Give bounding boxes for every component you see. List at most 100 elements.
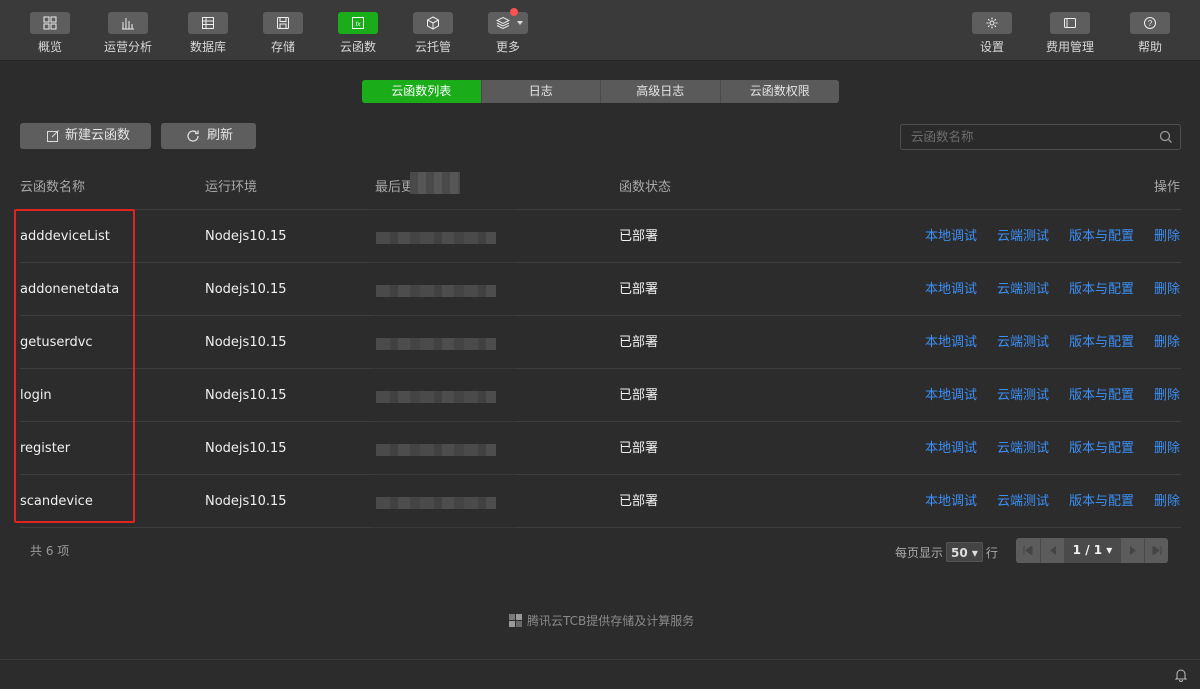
chevron-left-icon [1050,546,1056,555]
total-count: 共 6 项 [30,544,70,558]
refresh-button[interactable]: 刷新 [161,123,256,149]
tab-advanced-logs[interactable]: 高级日志 [600,80,720,103]
version-config-link[interactable]: 版本与配置 [1069,263,1134,316]
toolbar-help[interactable]: ? 帮助 [1114,12,1186,55]
runtime: Nodejs10.15 [205,335,287,350]
runtime: Nodejs10.15 [205,229,287,244]
layers-icon [488,8,528,34]
billing-icon [1050,12,1090,34]
toolbar-settings[interactable]: 设置 [956,12,1028,55]
table-row: addonenetdata Nodejs10.15 已部署 本地调试 云端测试 … [0,263,1200,316]
toolbar-analytics-label: 运营分析 [103,40,152,54]
function-name[interactable]: login [20,369,52,422]
edit-icon [47,130,59,142]
column-header-env: 运行环境 [205,180,258,195]
chevron-down-icon [517,21,523,25]
delete-link[interactable]: 删除 [1154,475,1180,528]
column-header-updated: 最后更 [375,180,415,195]
notification-dot [510,8,518,16]
function-name[interactable]: getuserdvc [20,316,93,369]
cloud-test-link[interactable]: 云端测试 [997,475,1049,528]
status-bar [0,659,1200,689]
row-divider [20,527,1181,528]
version-config-link[interactable]: 版本与配置 [1069,316,1134,369]
function-search [900,124,1181,150]
cloud-test-link[interactable]: 云端测试 [997,422,1049,475]
service-credit: 腾讯云TCB提供存储及计算服务 [508,612,694,629]
function-name[interactable]: scandevice [20,475,93,528]
cloud-test-link[interactable]: 云端测试 [997,316,1049,369]
search-icon[interactable] [1159,130,1173,144]
delete-link[interactable]: 删除 [1154,210,1180,263]
cloud-test-link[interactable]: 云端测试 [997,263,1049,316]
local-debug-link[interactable]: 本地调试 [925,369,977,422]
function-name[interactable]: adddeviceList [20,210,110,263]
version-config-link[interactable]: 版本与配置 [1069,369,1134,422]
version-config-link[interactable]: 版本与配置 [1069,210,1134,263]
new-function-button[interactable]: 新建云函数 [20,123,151,149]
deploy-status: 已部署 [619,494,659,509]
first-page-button[interactable] [1016,538,1040,563]
first-page-icon [1023,546,1033,555]
toolbar-cloud-hosting[interactable]: 云托管 [397,12,469,55]
delete-link[interactable]: 删除 [1154,422,1180,475]
toolbar-cloud-functions[interactable]: fx 云函数 [322,12,394,55]
tcb-logo-icon [509,614,522,627]
pagination: 1 / 1 ▾ [1016,538,1168,563]
deploy-status: 已部署 [619,441,659,456]
function-tabs: 云函数列表 日志 高级日志 云函数权限 [362,80,839,103]
top-toolbar: 概览 运营分析 数据库 存储 fx 云函数 云托管 更多 设置 费用管理 ? 帮… [0,0,1200,61]
tab-function-permissions[interactable]: 云函数权限 [719,80,840,103]
toolbar-database[interactable]: 数据库 [172,12,244,55]
search-input[interactable] [901,125,1151,149]
next-page-button[interactable] [1120,538,1144,563]
cube-icon [413,12,453,34]
toolbar-more-label: 更多 [495,40,520,54]
delete-link[interactable]: 删除 [1154,316,1180,369]
toolbar-billing[interactable]: 费用管理 [1034,12,1106,55]
page-size-control: 每页显示 50 ▾ 行 [895,542,998,562]
toolbar-storage-label: 存储 [270,40,295,54]
runtime: Nodejs10.15 [205,441,287,456]
local-debug-link[interactable]: 本地调试 [925,210,977,263]
function-name[interactable]: register [20,422,70,475]
help-icon: ? [1130,12,1170,34]
deploy-status: 已部署 [619,229,659,244]
toolbar-cloud-hosting-label: 云托管 [414,40,451,54]
cloud-test-link[interactable]: 云端测试 [997,369,1049,422]
runtime: Nodejs10.15 [205,282,287,297]
local-debug-link[interactable]: 本地调试 [925,422,977,475]
local-debug-link[interactable]: 本地调试 [925,263,977,316]
toolbar-overview-label: 概览 [37,40,62,54]
current-page[interactable]: 1 / 1 ▾ [1064,538,1120,563]
toolbar-more[interactable]: 更多 [472,8,544,55]
toolbar-help-label: 帮助 [1137,40,1162,54]
local-debug-link[interactable]: 本地调试 [925,475,977,528]
tab-function-list[interactable]: 云函数列表 [362,80,481,103]
delete-link[interactable]: 删除 [1154,369,1180,422]
bell-icon[interactable] [1174,668,1188,682]
redacted-header [410,172,460,194]
toolbar-analytics[interactable]: 运营分析 [92,12,164,55]
bar-chart-icon [108,12,148,34]
last-page-button[interactable] [1144,538,1168,563]
page-size-select[interactable]: 50 ▾ [946,542,983,562]
prev-page-button[interactable] [1040,538,1064,563]
page-indicator: 1 / 1 [1072,543,1103,557]
toolbar-storage[interactable]: 存储 [247,12,319,55]
database-icon [188,12,228,34]
local-debug-link[interactable]: 本地调试 [925,316,977,369]
cloud-test-link[interactable]: 云端测试 [997,210,1049,263]
function-name[interactable]: addonenetdata [20,263,119,316]
version-config-link[interactable]: 版本与配置 [1069,422,1134,475]
redacted-column [370,196,516,532]
delete-link[interactable]: 删除 [1154,263,1180,316]
toolbar-overview[interactable]: 概览 [14,12,86,55]
runtime: Nodejs10.15 [205,494,287,509]
version-config-link[interactable]: 版本与配置 [1069,475,1134,528]
deploy-status: 已部署 [619,282,659,297]
tab-logs[interactable]: 日志 [480,80,601,103]
deploy-status: 已部署 [619,335,659,350]
column-header-status: 函数状态 [619,180,672,195]
page-size-suffix: 行 [985,546,998,560]
